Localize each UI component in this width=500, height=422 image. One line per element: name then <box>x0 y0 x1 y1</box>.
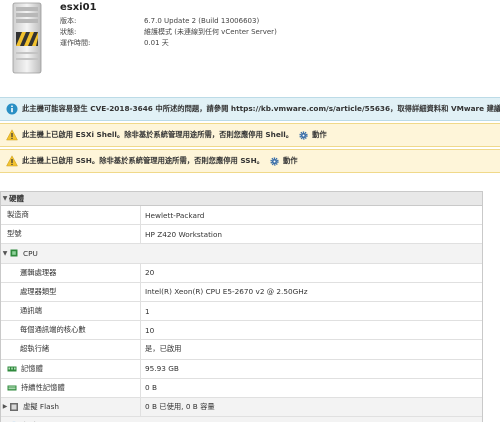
row-value: 20 <box>145 268 155 278</box>
hardware-panel: ▼ 硬體 製造商 Hewlett-Packard 型號 HP Z420 Work… <box>0 191 483 422</box>
server-icon <box>12 2 42 74</box>
row-label: 處理器類型 <box>1 282 141 301</box>
virtual-flash-row[interactable]: ▶ 虛擬 Flash 0 B 已使用, 0 B 容量 <box>1 397 482 418</box>
persistent-memory-icon <box>7 385 17 391</box>
network-section-row[interactable]: ▼ 網路 <box>1 417 482 422</box>
persistent-memory-row: 持續性記憶體 0 B <box>1 378 482 398</box>
info-value: 維護模式 (未連線到任何 vCenter Server) <box>144 27 277 36</box>
row-value: Intel(R) Xeon(R) CPU E5-2670 v2 @ 2.50GH… <box>145 287 308 297</box>
row-label: 持續性記憶體 <box>21 382 65 392</box>
info-value: 0.01 天 <box>144 38 169 47</box>
ssh-actions-button[interactable]: 動作 <box>269 156 298 167</box>
cpu-icon <box>10 249 18 257</box>
row-label: 邏輯處理器 <box>1 263 141 282</box>
gear-icon <box>299 130 308 140</box>
row-label: 虛擬 Flash <box>23 401 60 411</box>
table-row: 處理器類型 Intel(R) Xeon(R) CPU E5-2670 v2 @ … <box>1 282 482 302</box>
row-value: 10 <box>145 325 155 335</box>
row-value: 0 B <box>145 383 157 393</box>
info-row-version: 版本: 6.7.0 Update 2 (Build 13006603) <box>60 15 277 26</box>
collapse-triangle-icon[interactable]: ▼ <box>1 250 9 257</box>
row-value: 1 <box>145 306 150 316</box>
cpu-label: CPU <box>23 248 38 258</box>
table-row: 邏輯處理器 20 <box>1 263 482 283</box>
row-value: 0 B 已使用, 0 B 容量 <box>145 401 215 411</box>
info-label: 狀態: <box>60 27 77 36</box>
row-label: 超執行緒 <box>1 340 141 359</box>
host-summary-header: esxi01 版本: 6.7.0 Update 2 (Build 1300660… <box>0 0 500 92</box>
hardware-title: 硬體 <box>9 194 24 203</box>
row-value: 95.93 GB <box>145 364 179 374</box>
warning-icon <box>6 129 18 141</box>
row-label: 型號 <box>1 225 141 244</box>
ssh-alert-banner: 此主機上已啟用 SSH。除非基於系統管理用途所需，否則您應停用 SSH。 動作 <box>0 149 500 173</box>
row-label: 製造商 <box>1 206 141 225</box>
cve-alert-text: 此主機可能容易發生 CVE-2018-3646 中所述的問題，請參閱 https… <box>22 104 500 113</box>
cve-alert-banner: 此主機可能容易發生 CVE-2018-3646 中所述的問題，請參閱 https… <box>0 97 500 121</box>
memory-icon <box>7 366 17 372</box>
table-row: 型號 HP Z420 Workstation <box>1 225 482 245</box>
cpu-section-row[interactable]: ▼ CPU <box>1 244 482 264</box>
host-name: esxi01 <box>60 2 97 13</box>
flash-icon <box>10 402 18 411</box>
gear-icon <box>270 156 279 166</box>
info-row-state: 狀態: 維護模式 (未連線到任何 vCenter Server) <box>60 26 277 37</box>
table-row: 每個通訊端的核心數 10 <box>1 321 482 341</box>
info-row-uptime: 運作時間: 0.01 天 <box>60 37 277 48</box>
table-row: 通訊端 1 <box>1 301 482 322</box>
row-value: Hewlett-Packard <box>145 210 205 220</box>
esxi-shell-alert-banner: 此主機上已啟用 ESXi Shell。除非基於系統管理用途所需，否則您應停用 S… <box>0 123 500 147</box>
expand-triangle-icon[interactable]: ▶ <box>1 403 9 410</box>
info-value: 6.7.0 Update 2 (Build 13006603) <box>144 16 260 25</box>
info-icon <box>6 103 18 115</box>
row-value: 是，已啟用 <box>145 344 182 354</box>
host-info-table: 版本: 6.7.0 Update 2 (Build 13006603) 狀態: … <box>60 15 277 48</box>
row-label: 通訊端 <box>1 301 141 321</box>
row-label: 每個通訊端的核心數 <box>1 321 141 340</box>
info-label: 運作時間: <box>60 38 91 47</box>
action-label: 動作 <box>282 156 298 165</box>
info-label: 版本: <box>60 16 77 25</box>
table-row: 製造商 Hewlett-Packard <box>1 206 482 226</box>
action-label: 動作 <box>312 130 327 139</box>
ssh-alert-text: 此主機上已啟用 SSH。除非基於系統管理用途所需，否則您應停用 SSH。 <box>22 156 264 165</box>
esxi-shell-actions-button[interactable]: 動作 <box>298 130 327 141</box>
warning-icon <box>6 155 18 167</box>
table-row: 超執行緒 是，已啟用 <box>1 340 482 360</box>
row-label: 記憶體 <box>21 363 43 373</box>
memory-row: 記憶體 95.93 GB <box>1 359 482 379</box>
collapse-triangle-icon[interactable]: ▼ <box>1 195 9 202</box>
hardware-section-header[interactable]: ▼ 硬體 <box>1 192 482 206</box>
esxi-shell-alert-text: 此主機上已啟用 ESXi Shell。除非基於系統管理用途所需，否則您應停用 S… <box>22 130 294 139</box>
row-value: HP Z420 Workstation <box>145 229 223 239</box>
